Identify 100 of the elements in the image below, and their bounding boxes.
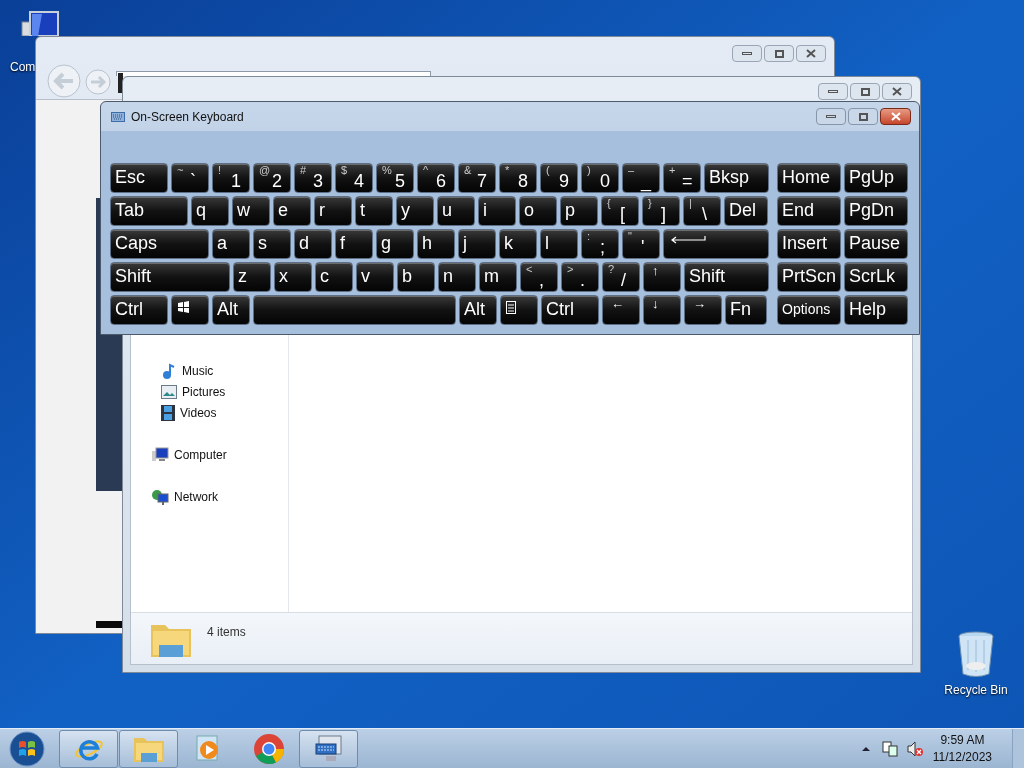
key[interactable]: m xyxy=(479,262,517,292)
minimize-button[interactable] xyxy=(818,83,848,100)
key[interactable]: ↓ xyxy=(643,295,681,325)
network-icon[interactable] xyxy=(881,740,898,757)
key[interactable]: Del xyxy=(724,196,768,226)
key[interactable]: ? / xyxy=(602,262,640,292)
address-field[interactable] xyxy=(116,71,431,76)
key[interactable]: & 7 xyxy=(458,163,496,193)
key[interactable]: f xyxy=(335,229,373,259)
key[interactable]: h xyxy=(417,229,455,259)
key[interactable]: ! 1 xyxy=(212,163,250,193)
nav-item[interactable]: Pictures xyxy=(131,381,288,402)
key[interactable]: n xyxy=(438,262,476,292)
key[interactable]: { [ xyxy=(601,196,639,226)
windows-key[interactable] xyxy=(171,295,209,325)
key[interactable]: Ctrl xyxy=(110,295,168,325)
key[interactable]: | \ xyxy=(683,196,721,226)
key[interactable]: a xyxy=(212,229,250,259)
key[interactable]: " ' xyxy=(622,229,660,259)
show-hidden-icons-arrow[interactable] xyxy=(861,745,870,752)
icon-label[interactable]: Com xyxy=(10,58,36,76)
key[interactable]: q xyxy=(191,196,229,226)
nav-item[interactable]: Network xyxy=(131,486,288,507)
key[interactable]: Tab xyxy=(110,196,188,226)
key[interactable]: r xyxy=(314,196,352,226)
maximize-button[interactable] xyxy=(848,108,878,125)
key[interactable]: Fn xyxy=(725,295,767,325)
key[interactable]: @2 xyxy=(253,163,291,193)
key[interactable]: ~ ` xyxy=(171,163,209,193)
muted-speaker-icon[interactable] xyxy=(906,740,923,757)
key[interactable]: – _ xyxy=(622,163,660,193)
nav-item[interactable]: Computer xyxy=(131,444,288,465)
clock[interactable]: 9:59 AM 11/12/2023 xyxy=(932,731,992,766)
key[interactable]: w xyxy=(232,196,270,226)
key[interactable]: t xyxy=(355,196,393,226)
key[interactable]: ↑ xyxy=(643,262,681,292)
menu-key[interactable] xyxy=(500,295,538,325)
key[interactable]: ( 9 xyxy=(540,163,578,193)
key[interactable]: : ; xyxy=(581,229,619,259)
space-key[interactable] xyxy=(253,295,456,325)
key[interactable]: s xyxy=(253,229,291,259)
key[interactable]: p xyxy=(560,196,598,226)
close-button[interactable] xyxy=(882,83,912,100)
key[interactable]: x xyxy=(274,262,312,292)
key[interactable]: v xyxy=(356,262,394,292)
key[interactable]: ^ 6 xyxy=(417,163,455,193)
maximize-button[interactable] xyxy=(764,45,794,62)
minimize-button[interactable] xyxy=(816,108,846,125)
taskbar-button[interactable] xyxy=(59,729,118,768)
key[interactable]: ← xyxy=(602,295,640,325)
key[interactable]: Ctrl xyxy=(541,295,599,325)
key[interactable]: PgUp xyxy=(844,163,908,193)
key[interactable]: i xyxy=(478,196,516,226)
key[interactable]: * 8 xyxy=(499,163,537,193)
key[interactable]: Caps xyxy=(110,229,209,259)
key[interactable]: Insert xyxy=(777,229,841,259)
key[interactable]: o xyxy=(519,196,557,226)
key[interactable]: End xyxy=(777,196,841,226)
key[interactable]: < , xyxy=(520,262,558,292)
taskbar-button[interactable] xyxy=(119,729,178,768)
key[interactable]: b xyxy=(397,262,435,292)
key[interactable]: Home xyxy=(777,163,841,193)
key[interactable]: → xyxy=(684,295,722,325)
key[interactable]: # 3 xyxy=(294,163,332,193)
key[interactable]: g xyxy=(376,229,414,259)
key[interactable]: Shift xyxy=(110,262,230,292)
key[interactable]: > . xyxy=(561,262,599,292)
key[interactable]: Shift xyxy=(684,262,769,292)
key[interactable]: e xyxy=(273,196,311,226)
start-button[interactable] xyxy=(9,730,45,767)
key[interactable]: $ 4 xyxy=(335,163,373,193)
key[interactable]: d xyxy=(294,229,332,259)
key[interactable]: Help xyxy=(844,295,908,325)
nav-item[interactable]: Videos xyxy=(131,402,288,423)
key[interactable]: Alt xyxy=(212,295,250,325)
key[interactable]: ScrLk xyxy=(844,262,908,292)
minimize-button[interactable] xyxy=(732,45,762,62)
key[interactable]: l xyxy=(540,229,578,259)
key[interactable]: + = xyxy=(663,163,701,193)
key[interactable]: PgDn xyxy=(844,196,908,226)
close-button[interactable] xyxy=(796,45,826,62)
key[interactable]: PrtScn xyxy=(777,262,841,292)
key[interactable]: ) 0 xyxy=(581,163,619,193)
icon-label[interactable]: Recycle Bin xyxy=(944,681,1008,699)
maximize-button[interactable] xyxy=(850,83,880,100)
key[interactable]: Pause xyxy=(844,229,908,259)
key[interactable]: u xyxy=(437,196,475,226)
key[interactable]: j xyxy=(458,229,496,259)
taskbar-button[interactable] xyxy=(299,729,358,768)
key[interactable]: Bksp xyxy=(704,163,769,193)
enter-key[interactable] xyxy=(663,229,769,259)
key[interactable]: % 5 xyxy=(376,163,414,193)
key[interactable]: k xyxy=(499,229,537,259)
close-button[interactable] xyxy=(880,108,911,125)
nav-item[interactable]: Music xyxy=(131,360,288,381)
key[interactable]: Options xyxy=(777,295,841,325)
key[interactable]: Esc xyxy=(110,163,168,193)
key[interactable]: c xyxy=(315,262,353,292)
key[interactable]: } ] xyxy=(642,196,680,226)
key[interactable]: Alt xyxy=(459,295,497,325)
